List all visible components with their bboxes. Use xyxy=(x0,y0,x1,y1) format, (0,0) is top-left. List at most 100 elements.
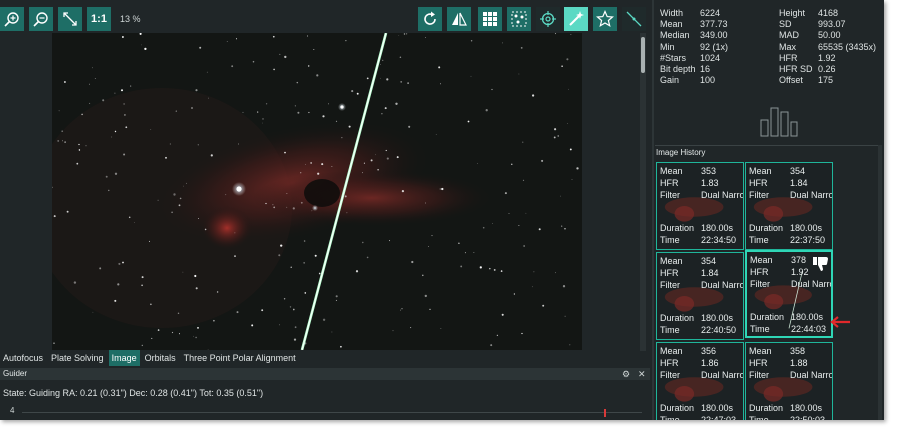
star-point xyxy=(53,342,55,345)
star-point xyxy=(199,46,202,49)
star-point xyxy=(303,262,305,264)
history-filter-value: Dual Narro xyxy=(790,190,833,200)
star-point xyxy=(252,60,255,63)
star-point xyxy=(273,206,276,209)
star-point xyxy=(61,130,64,133)
tab-orbitals[interactable]: Orbitals xyxy=(142,350,179,366)
thumbs-down-icon[interactable] xyxy=(812,256,830,272)
history-thumbnail[interactable]: Mean 358 HFR 1.88 Filter Dual Narro Duration 18… xyxy=(745,342,833,420)
history-duration-row: Duration 180.00s xyxy=(749,403,822,413)
star-point xyxy=(533,271,535,273)
history-duration-value: 180.00s xyxy=(790,403,823,413)
history-thumbnail[interactable]: Mean 353 HFR 1.83 Filter Dual Narro Duration 18… xyxy=(656,162,744,250)
history-thumbnail[interactable]: Mean 354 HFR 1.84 Filter Dual Narro Duration 18… xyxy=(656,252,744,340)
star-point xyxy=(386,78,389,81)
rotate-button[interactable] xyxy=(418,7,442,31)
one-to-one-button[interactable]: 1:1 xyxy=(87,7,111,31)
star-point xyxy=(518,225,520,227)
star-point xyxy=(560,195,561,197)
star-point xyxy=(278,254,281,257)
stat-label: Bit depth xyxy=(660,64,696,74)
tab-image[interactable]: Image xyxy=(108,350,140,366)
star-point xyxy=(567,123,568,124)
zoom-out-button[interactable] xyxy=(29,7,53,31)
star-point xyxy=(272,204,274,206)
star-point xyxy=(440,328,442,329)
zoom-out-icon xyxy=(33,12,48,27)
history-filter-row: Filter Dual Narro xyxy=(660,280,743,290)
star-point xyxy=(284,151,286,154)
grid-button[interactable] xyxy=(478,7,502,31)
star-point xyxy=(99,267,102,270)
star-point xyxy=(121,36,124,38)
history-mean-value: 353 xyxy=(701,166,717,176)
star-point xyxy=(195,287,198,290)
annotate-button[interactable] xyxy=(622,7,646,31)
star-point xyxy=(303,240,306,242)
image-scroll-thumb[interactable] xyxy=(641,37,645,73)
star-point xyxy=(501,42,503,44)
star-point xyxy=(441,187,444,191)
star-point xyxy=(520,47,523,49)
star-point xyxy=(331,331,333,333)
history-hfr-value: 1.86 xyxy=(701,358,719,368)
star-button[interactable] xyxy=(593,7,617,31)
star-point xyxy=(542,304,545,307)
image-history-title: Image History xyxy=(656,148,706,157)
history-duration-label: Duration xyxy=(749,223,784,233)
star-point xyxy=(165,156,167,159)
stat-label: Mean xyxy=(660,19,683,30)
history-thumbnail[interactable]: Mean 356 HFR 1.86 Filter Dual Narro Duration 18… xyxy=(656,342,744,420)
zoom-in-button[interactable] xyxy=(0,7,24,31)
auto-stretch-button[interactable] xyxy=(564,7,588,31)
history-hfr-row: HFR 1.88 xyxy=(749,358,808,368)
panel-divider[interactable] xyxy=(652,0,654,420)
fit-to-screen-button[interactable] xyxy=(58,7,82,31)
settings-icon[interactable]: ⚙ xyxy=(622,369,630,380)
star-point xyxy=(438,66,441,69)
tab-plate-solving[interactable]: Plate Solving xyxy=(48,350,107,366)
flip-button[interactable] xyxy=(447,7,471,31)
history-filter-value: Dual Narro xyxy=(791,279,833,289)
history-hfr-row: HFR 1.86 xyxy=(660,358,719,368)
star-point xyxy=(464,252,466,254)
star-point xyxy=(128,216,131,219)
close-icon[interactable]: ✕ xyxy=(638,369,646,380)
star-point xyxy=(370,159,373,162)
star-point xyxy=(150,303,152,306)
star-point xyxy=(294,105,296,107)
star-point xyxy=(331,166,333,168)
star-point xyxy=(340,345,342,348)
history-time-row: Time 22:40:50 xyxy=(660,325,736,335)
star-point xyxy=(564,228,566,230)
image-scrollbar[interactable] xyxy=(640,33,646,351)
history-scrollbar[interactable] xyxy=(878,145,882,420)
history-hfr-label: HFR xyxy=(750,267,769,277)
star-point xyxy=(236,311,239,314)
star-point xyxy=(467,120,470,123)
star-point xyxy=(576,167,579,170)
tab-autofocus[interactable]: Autofocus xyxy=(0,350,46,366)
rotate-icon xyxy=(424,11,436,25)
history-mean-label: Mean xyxy=(660,256,683,266)
history-filter-value: Dual Narro xyxy=(701,190,744,200)
astro-image[interactable] xyxy=(32,32,582,351)
star-point xyxy=(123,113,126,116)
history-duration-label: Duration xyxy=(660,223,695,233)
stat-value: 50.00 xyxy=(818,30,841,41)
star-point xyxy=(569,148,572,151)
star-point xyxy=(283,298,286,300)
star-point xyxy=(322,318,326,321)
star-point xyxy=(431,235,433,237)
star-point xyxy=(141,276,144,279)
crosshair-button[interactable] xyxy=(536,7,560,31)
star-point xyxy=(197,144,199,146)
star-point xyxy=(482,226,485,229)
star-point xyxy=(76,162,79,165)
star-detection-button[interactable] xyxy=(507,7,531,31)
tab-three-point-polar-alignment[interactable]: Three Point Polar Alignment xyxy=(181,350,299,366)
history-thumbnail[interactable]: Mean 354 HFR 1.84 Filter Dual Narro Duration 18… xyxy=(745,162,833,250)
star-point xyxy=(284,55,287,59)
star-point xyxy=(290,266,292,268)
guider-axis-label: 4 xyxy=(10,406,15,415)
